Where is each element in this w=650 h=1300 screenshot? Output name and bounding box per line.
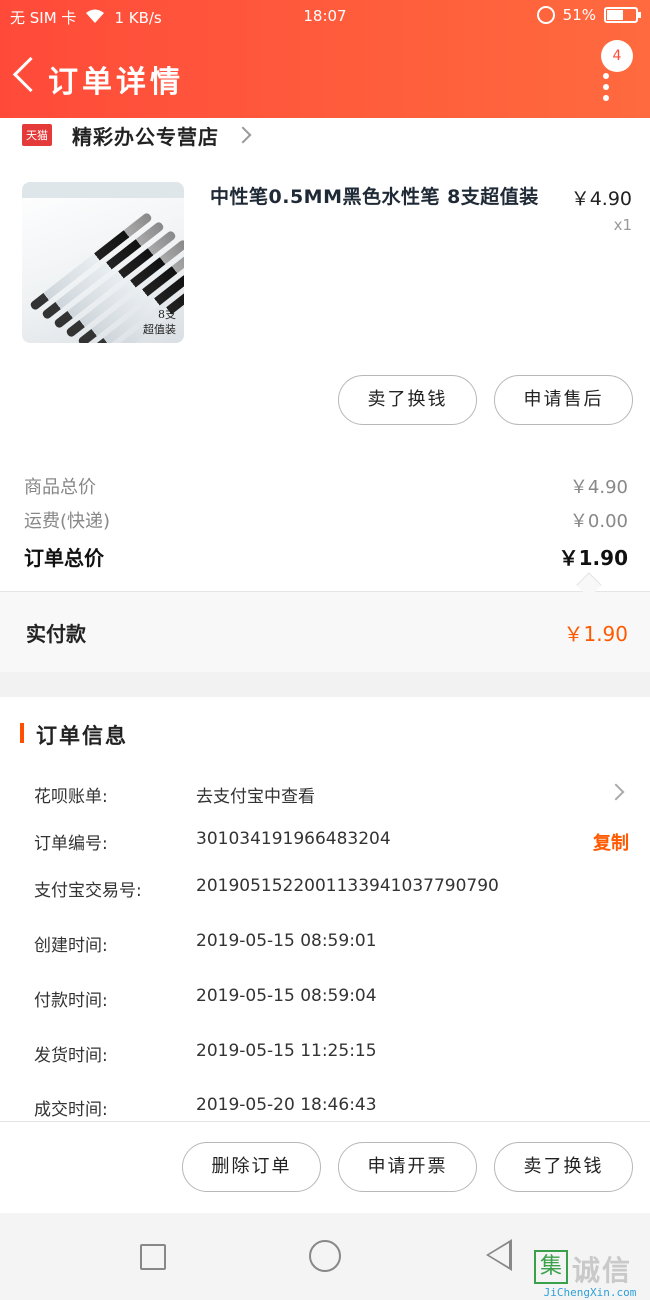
shipped-time-row: 发货时间: 2019-05-15 11:25:15 xyxy=(34,1041,628,1071)
chevron-right-icon xyxy=(607,783,625,801)
info-value: 去支付宝中查看 xyxy=(196,787,315,807)
product-price: ￥4.90 xyxy=(570,188,632,210)
app-header: 无 SIM 卡 1 KB/s 18:07 51% 订单详情 4 xyxy=(0,0,650,118)
section-marker xyxy=(20,723,24,743)
recent-apps-icon[interactable] xyxy=(140,1244,166,1270)
bottom-action-bar: 删除订单 申请开票 卖了换钱 xyxy=(0,1121,650,1213)
goods-total-label: 商品总价 xyxy=(24,477,96,498)
home-icon[interactable] xyxy=(309,1240,341,1272)
order-number: 301034191966483204 xyxy=(196,829,391,849)
paid-value: ￥1.90 xyxy=(563,622,628,646)
order-total-row: 订单总价 ￥1.90 xyxy=(24,542,628,571)
sell-exchange-button[interactable]: 卖了换钱 xyxy=(338,375,477,425)
goods-total-row: 商品总价 ￥4.90 xyxy=(24,473,628,499)
info-value: 2019051522001133941037790790 xyxy=(196,876,499,896)
shipping-label: 运费(快递) xyxy=(24,511,111,532)
store-link[interactable]: 天猫 精彩办公专营店 xyxy=(22,120,252,150)
info-value: 2019-05-20 18:46:43 xyxy=(196,1095,377,1115)
delete-order-button[interactable]: 删除订单 xyxy=(182,1142,321,1192)
info-label: 成交时间: xyxy=(34,1100,108,1120)
order-card: 天猫 精彩办公专营店 8支 超值装 中性笔0.5MM黑色水性笔 8支超值装 ￥4… xyxy=(0,118,650,672)
thumbnail-caption: 8支 超值装 xyxy=(143,308,176,336)
huabei-bill-row[interactable]: 花呗账单: 去支付宝中查看 xyxy=(34,782,628,812)
shipping-row: 运费(快递) ￥0.00 xyxy=(24,507,628,533)
status-bar: 无 SIM 卡 1 KB/s 18:07 51% xyxy=(0,0,650,36)
paid-amount-box: 实付款 ￥1.90 xyxy=(0,591,650,672)
paid-time-row: 付款时间: 2019-05-15 08:59:04 xyxy=(34,986,628,1016)
site-watermark: 集 诚信 JiChengXin.com xyxy=(534,1250,646,1300)
shipping-value: ￥0.00 xyxy=(569,511,628,532)
deal-time-row: 成交时间: 2019-05-20 18:46:43 xyxy=(34,1095,628,1121)
info-label: 发货时间: xyxy=(34,1046,108,1066)
info-value: 2019-05-15 08:59:01 xyxy=(196,931,377,951)
request-invoice-button[interactable]: 申请开票 xyxy=(338,1142,477,1192)
back-button[interactable] xyxy=(10,56,38,96)
alipay-trade-row: 支付宝交易号: 2019051522001133941037790790 xyxy=(34,876,628,906)
info-value: 2019-05-15 08:59:04 xyxy=(196,986,377,1006)
info-label: 创建时间: xyxy=(34,936,108,956)
page-title: 订单详情 xyxy=(48,65,184,100)
back-triangle-icon[interactable] xyxy=(486,1239,512,1271)
watermark-text: 诚信 xyxy=(572,1254,633,1287)
chevron-right-icon xyxy=(234,126,252,144)
info-value: 2019-05-15 11:25:15 xyxy=(196,1041,377,1061)
watermark-url: JiChengXin.com xyxy=(543,1286,637,1299)
after-sale-button[interactable]: 申请售后 xyxy=(494,375,633,425)
order-info-section: 订单信息 花呗账单: 去支付宝中查看 订单编号: 301034191966483… xyxy=(0,697,650,1121)
battery-icon xyxy=(604,7,641,23)
info-label: 付款时间: xyxy=(34,991,108,1011)
rotation-lock-icon xyxy=(536,6,555,24)
product-quantity: x1 xyxy=(613,216,632,234)
goods-total-value: ￥4.90 xyxy=(569,477,628,498)
product-name[interactable]: 中性笔0.5MM黑色水性笔 8支超值装 xyxy=(210,182,560,209)
created-time-row: 创建时间: 2019-05-15 08:59:01 xyxy=(34,931,628,961)
order-info-title: 订单信息 xyxy=(36,724,128,748)
sell-exchange-button-bottom[interactable]: 卖了换钱 xyxy=(494,1142,633,1192)
product-thumbnail[interactable]: 8支 超值装 xyxy=(22,182,184,343)
order-total-label: 订单总价 xyxy=(24,546,104,570)
info-label: 支付宝交易号: xyxy=(34,881,142,901)
battery-percent: 51% xyxy=(562,6,596,24)
store-name[interactable]: 精彩办公专营店 xyxy=(72,121,219,150)
order-total-value: ￥1.90 xyxy=(558,546,628,570)
message-badge[interactable]: 4 xyxy=(601,40,633,72)
info-label: 订单编号: xyxy=(34,834,108,854)
watermark-logo: 集 xyxy=(534,1250,568,1284)
order-number-row: 订单编号: 301034191966483204 复制 xyxy=(34,829,629,859)
paid-label: 实付款 xyxy=(26,622,86,646)
more-icon[interactable] xyxy=(603,73,611,101)
tmall-badge: 天猫 xyxy=(22,124,52,146)
copy-button[interactable]: 复制 xyxy=(593,829,629,855)
info-label: 花呗账单: xyxy=(34,787,108,807)
